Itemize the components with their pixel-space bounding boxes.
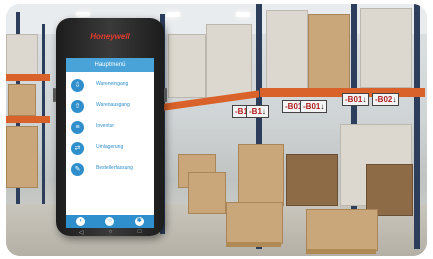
screen-title: Hauptmenü [66, 58, 154, 72]
settings-icon[interactable]: ✱ [134, 217, 144, 226]
stored-box [6, 126, 38, 188]
stored-box [226, 202, 283, 244]
back-key-icon[interactable]: ◁ [79, 229, 84, 236]
menu-item-wareneingang[interactable]: ⇩ Wareneingang [70, 76, 154, 97]
menu-item-inventur[interactable]: ≡ Inventur [70, 118, 154, 139]
location-label: -B01↓ [342, 93, 370, 106]
device-screen: Hauptmenü ⇩ Wareneingang ⇧ Warenausgang … [66, 58, 154, 228]
home-key-icon[interactable]: ○ [109, 229, 113, 235]
rack-beam [6, 74, 50, 81]
stored-box [308, 14, 350, 90]
stored-box [188, 172, 226, 214]
rack-post [42, 24, 45, 204]
stored-box [266, 10, 308, 92]
ceiling-light [236, 12, 250, 17]
ceiling-light [76, 12, 90, 17]
order-icon: ✎ [71, 163, 84, 176]
side-scan-button[interactable] [164, 88, 167, 102]
warehouse-photo: -B01↓ -B02↓ -B01↓ -B01↓ -B1↓ -B1↓ Honeyw… [6, 4, 427, 256]
stored-box [6, 34, 38, 76]
transfer-icon: ⇄ [71, 142, 84, 155]
inbox-icon: ⇩ [71, 79, 84, 92]
brand-logo: Honeywell [90, 32, 130, 41]
home-icon[interactable]: ○ [105, 217, 115, 226]
stored-box [286, 154, 338, 206]
handheld-scanner: Honeywell Hauptmenü ⇩ Wareneingang ⇧ War… [53, 18, 167, 236]
menu-key-icon[interactable]: □ [138, 229, 142, 235]
stored-box [238, 144, 284, 206]
stored-box [306, 209, 378, 251]
location-label: -B01↓ [300, 100, 328, 113]
main-menu: ⇩ Wareneingang ⇧ Warenausgang ≡ Inventur… [66, 72, 154, 181]
pallet [226, 242, 281, 247]
screen-nav-bar: ‹ ○ ✱ [66, 215, 154, 228]
menu-item-warenausgang[interactable]: ⇧ Warenausgang [70, 97, 154, 118]
pallet [306, 249, 376, 254]
location-label: -B1↓ [246, 105, 269, 118]
stored-box [168, 34, 206, 98]
rack-post [414, 4, 420, 249]
location-label: -B02↓ [372, 93, 400, 106]
stored-box [206, 24, 252, 98]
back-icon[interactable]: ‹ [76, 217, 86, 226]
menu-item-umlagerung[interactable]: ⇄ Umlagerung [70, 139, 154, 160]
outbox-icon: ⇧ [71, 100, 84, 113]
clipboard-icon: ≡ [71, 121, 84, 134]
stored-box [360, 8, 412, 88]
stored-box [8, 84, 36, 116]
menu-item-bestellerfassung[interactable]: ✎ Bestellerfassung [70, 160, 154, 181]
ceiling-light [166, 12, 180, 17]
rack-beam [6, 116, 50, 123]
hardware-keys: ◁ ○ □ [66, 228, 154, 236]
side-scan-button[interactable] [53, 88, 56, 102]
